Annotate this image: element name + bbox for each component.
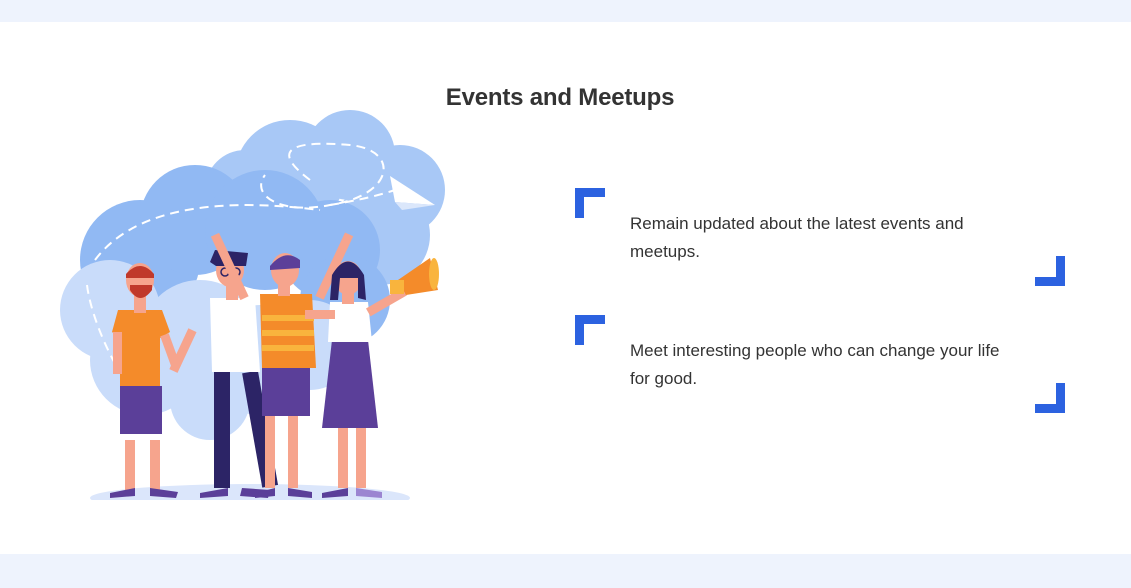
events-section: Events and Meetups Remain updated about … — [0, 22, 1131, 554]
group-of-friends-illustration — [60, 110, 445, 500]
corner-bracket-icon — [1035, 256, 1065, 286]
corner-bracket-icon — [1035, 383, 1065, 413]
corner-bracket-icon — [575, 188, 605, 218]
corner-bracket-icon — [575, 315, 605, 345]
feature-item: Meet interesting people who can change y… — [575, 315, 1065, 413]
section-title: Events and Meetups — [445, 84, 675, 111]
feature-item: Remain updated about the latest events a… — [575, 188, 1065, 286]
feature-text: Meet interesting people who can change y… — [630, 341, 1000, 388]
feature-text: Remain updated about the latest events a… — [630, 214, 964, 261]
